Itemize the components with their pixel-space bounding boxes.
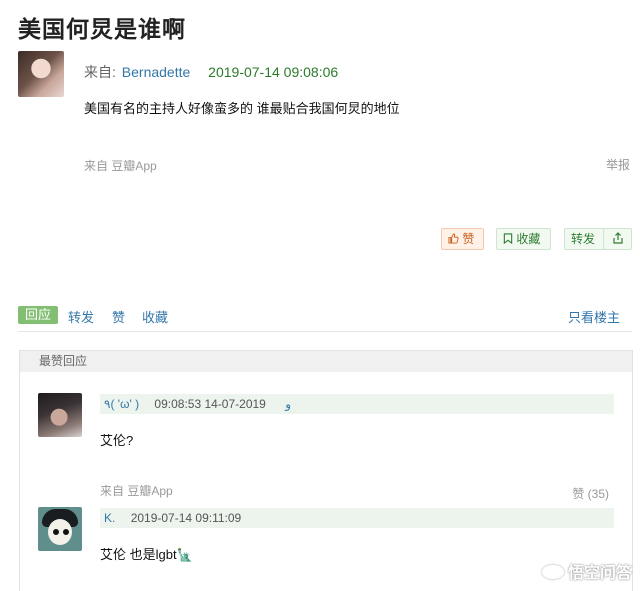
reply-timestamp: 09:08:53 14-07-2019	[154, 397, 266, 411]
reply-meta: K. 2019-07-14 09:11:09	[100, 508, 614, 528]
reply-source: 来自 豆瓣App	[100, 484, 173, 498]
reply-timestamp: 2019-07-14 09:11:09	[130, 511, 242, 525]
action-bar: 回应 转发 赞 收藏 只看楼主	[18, 306, 632, 326]
like-link[interactable]: 赞	[112, 307, 125, 326]
favorite-link[interactable]: 收藏	[142, 307, 168, 326]
post-title: 美国何炅是谁啊	[18, 16, 186, 42]
reply-user-link[interactable]: ٩( 'ω' )	[104, 397, 139, 411]
favorite-label: 收藏	[516, 232, 541, 246]
post-meta: 来自: Bernadette 2019-07-14 09:08:06	[84, 62, 338, 82]
watermark-text: 悟空问答	[567, 565, 632, 582]
reply-user-link[interactable]: K.	[104, 511, 115, 525]
reply-meta: ٩( 'ω' ) 09:08:53 14-07-2019 و	[100, 394, 614, 414]
author-avatar[interactable]	[18, 51, 64, 97]
speech-bubble-icon	[541, 565, 564, 579]
avatar-eye	[53, 529, 59, 535]
reply-text: 艾伦 也是lgbt🗽	[100, 547, 193, 562]
repost-button[interactable]: 转发	[564, 228, 606, 250]
report-link[interactable]: 举报	[606, 156, 630, 173]
divider	[18, 331, 632, 332]
author-link[interactable]: Bernadette	[122, 64, 191, 80]
watermark: 悟空问答	[541, 559, 632, 583]
post-source: 来自 豆瓣App	[84, 159, 157, 173]
avatar-eye	[63, 529, 69, 535]
reply-avatar[interactable]	[38, 507, 82, 551]
thumbs-up-icon	[448, 232, 462, 246]
reply-user-suffix: و	[285, 397, 291, 411]
repost-link[interactable]: 转发	[68, 307, 94, 326]
reply-text: 艾伦?	[100, 433, 134, 448]
like-button[interactable]: 赞	[441, 228, 484, 250]
like-label: 赞	[462, 232, 475, 246]
reply-like-count[interactable]: 赞 (35)	[572, 485, 609, 502]
share-icon	[612, 232, 623, 246]
bookmark-icon	[503, 232, 516, 246]
reply-avatar[interactable]	[38, 393, 82, 437]
panel-header: 最赞回应	[20, 351, 632, 372]
favorite-button[interactable]: 收藏	[496, 228, 551, 250]
post-body: 美国有名的主持人好像蛮多的 谁最贴合我国何炅的地位	[84, 101, 400, 116]
only-op-link[interactable]: 只看楼主	[568, 307, 620, 326]
post-timestamp: 2019-07-14 09:08:06	[208, 64, 339, 80]
from-label: 来自:	[84, 64, 116, 80]
share-button[interactable]	[603, 228, 632, 250]
reply-tab[interactable]: 回应	[18, 306, 59, 324]
